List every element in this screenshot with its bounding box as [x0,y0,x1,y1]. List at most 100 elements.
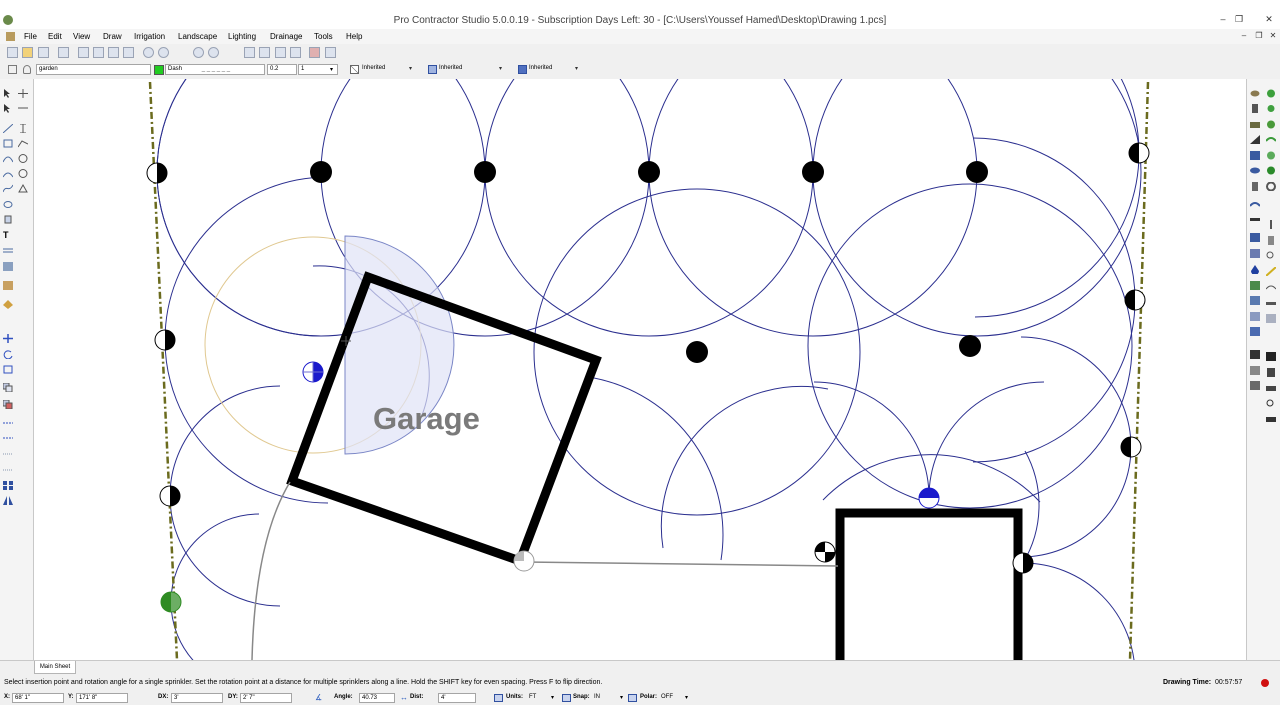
half-circle-head[interactable] [1120,436,1142,458]
line-tool-icon[interactable] [2,123,14,134]
text-tool-icon[interactable]: T [3,231,13,240]
dist-field[interactable]: 4' [438,693,476,703]
full-circle-head[interactable] [474,161,496,183]
erase-icon[interactable] [309,47,320,58]
redo-icon[interactable] [158,47,169,58]
offset-tool-icon[interactable] [3,419,13,428]
polygon-tool-icon[interactable] [18,169,28,178]
zoom-window-icon[interactable] [244,47,255,58]
linetype-swatch-icon[interactable] [428,65,437,74]
green-head[interactable] [160,591,182,613]
full-circle-head[interactable] [686,341,708,363]
chevron-down-icon[interactable]: ▾ [409,65,412,72]
polyline-tool-icon[interactable] [17,139,29,148]
junction-icon[interactable] [1266,299,1276,308]
print-layout-icon[interactable] [1266,384,1276,393]
paste-special-icon[interactable] [123,47,134,58]
zoom-in-icon[interactable] [193,47,204,58]
chevron-down-icon[interactable]: ▾ [330,66,333,73]
break-tool-icon[interactable] [3,466,13,475]
pipe-icon[interactable] [1250,151,1260,160]
chevron-down-icon[interactable]: ▾ [499,65,502,72]
magnify-icon[interactable] [1266,399,1276,408]
menu-view[interactable]: View [73,32,90,41]
layer-select[interactable]: garden [36,64,151,75]
copy-tool-icon[interactable] [2,382,13,393]
lineweight-swatch-icon[interactable] [518,65,527,74]
report-icon[interactable] [1250,366,1260,375]
drip-icon[interactable] [1266,104,1276,113]
half-circle-head[interactable] [1124,289,1146,311]
x-coordinate-field[interactable]: 68' 1" [12,693,64,703]
chevron-down-icon[interactable]: ▾ [620,694,623,701]
pan-icon[interactable] [290,47,301,58]
mainline-icon[interactable] [1250,182,1260,191]
zoom-out-icon[interactable] [208,47,219,58]
linetype-value[interactable]: Inherited [439,65,462,71]
select-window-icon[interactable] [3,104,13,113]
block-tool-icon[interactable] [3,281,13,290]
wall-icon[interactable] [1250,233,1260,242]
move-icon[interactable] [18,89,28,98]
full-circle-head[interactable] [310,161,332,183]
lineweight-value[interactable]: Inherited [529,65,552,71]
menu-edit[interactable]: Edit [48,32,62,41]
half-circle-head[interactable] [1128,142,1150,164]
y-coordinate-field[interactable]: 171' 8" [76,693,128,703]
drawing-canvas[interactable]: Garage [34,79,1246,660]
channel-drain-icon[interactable] [1250,312,1260,321]
cloud-tool-icon[interactable] [18,183,28,193]
lamp-icon[interactable] [1266,236,1276,245]
spline-tool-icon[interactable] [2,154,14,163]
scale-tool-icon[interactable] [3,365,13,374]
maximize-button[interactable]: ❐ [1232,14,1246,24]
sprinkler-head-icon[interactable] [1250,89,1260,98]
tab-main-sheet[interactable]: Main Sheet [34,661,76,674]
new-file-icon[interactable] [7,47,18,58]
flip-tool-icon[interactable] [3,496,13,505]
array-tool-icon[interactable] [3,481,13,490]
selected-head[interactable] [302,361,324,383]
fill-tool-icon[interactable] [3,215,13,224]
backflow-icon[interactable] [1250,120,1260,129]
dy-field[interactable]: 2' 7" [240,693,292,703]
lateral-icon[interactable] [1250,166,1260,175]
circle-tool-icon[interactable] [18,154,28,163]
full-circle-head[interactable] [959,335,981,357]
menu-help[interactable]: Help [346,32,362,41]
menu-tools[interactable]: Tools [314,32,333,41]
lateral-pipe[interactable] [523,561,839,567]
units-icon[interactable] [494,694,503,702]
calc-icon[interactable] [1266,368,1276,377]
symbol-tool-icon[interactable] [3,300,13,309]
wire-icon[interactable] [1265,283,1277,292]
shrub-icon[interactable] [1265,135,1277,144]
print-icon[interactable] [58,47,69,58]
sleeve-icon[interactable] [1249,200,1261,209]
settings-icon[interactable] [325,47,336,58]
full-circle-head[interactable] [966,161,988,183]
menu-drainage[interactable]: Drainage [270,32,302,41]
freehand-tool-icon[interactable] [2,184,14,193]
corner-head[interactable] [513,550,535,572]
hedge-icon[interactable] [1266,181,1276,192]
ellipse-tool-icon[interactable] [3,200,13,209]
close-button[interactable]: ✕ [1262,14,1276,24]
half-circle-head[interactable] [1012,552,1034,574]
copy-icon[interactable] [93,47,104,58]
polar-icon[interactable] [628,694,637,702]
color-value[interactable]: Inherited [362,65,385,71]
fence-icon[interactable] [1250,249,1260,258]
house-outline[interactable] [835,508,1023,660]
doc-minimize-button[interactable]: – [1238,31,1250,41]
mirror-tool-icon[interactable] [2,399,13,410]
stretch-icon[interactable] [18,104,28,113]
legend-icon[interactable] [1250,350,1260,359]
dx-field[interactable]: 3' [171,693,223,703]
polar-value[interactable]: OFF [661,694,673,700]
line-scale-field[interactable]: 0.2 [267,64,297,75]
minimize-button[interactable]: – [1216,14,1230,24]
path-light-icon[interactable] [1266,314,1276,323]
trim-tool-icon[interactable] [3,434,13,443]
drawing-svg[interactable] [34,79,1246,660]
